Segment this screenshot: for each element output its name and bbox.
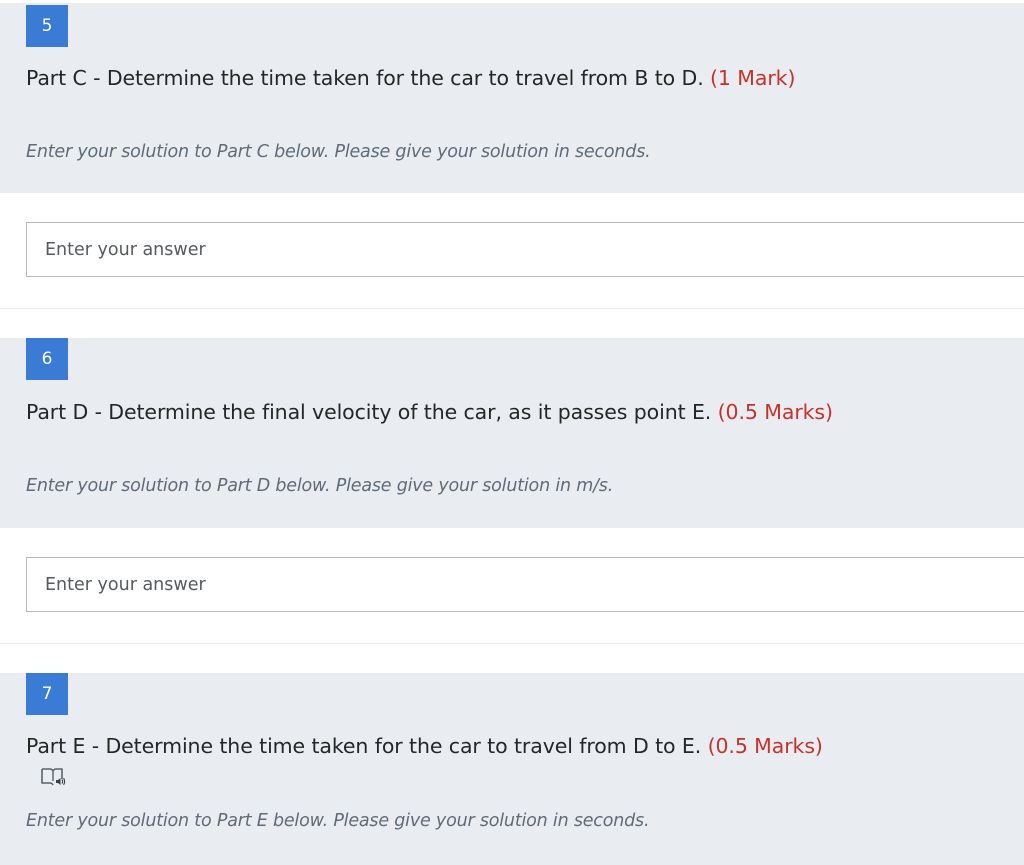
question-title: Part C - Determine the time taken for th… xyxy=(26,66,795,90)
question-title-text: Part D - Determine the final velocity of… xyxy=(26,400,712,424)
question-title-text: Part E - Determine the time taken for th… xyxy=(26,734,702,758)
question-7: 7 Part E - Determine the time taken for … xyxy=(0,673,1024,865)
answer-area-6 xyxy=(0,528,1024,644)
question-title: Part D - Determine the final velocity of… xyxy=(26,400,833,424)
answer-input[interactable] xyxy=(26,222,1024,277)
question-number-badge: 5 xyxy=(26,5,68,47)
question-number-badge: 7 xyxy=(26,673,68,715)
question-marks: (0.5 Marks) xyxy=(717,400,833,424)
question-title-text: Part C - Determine the time taken for th… xyxy=(26,66,704,90)
question-5: 5 Part C - Determine the time taken for … xyxy=(0,3,1024,193)
question-instruction: Enter your solution to Part E below. Ple… xyxy=(26,811,650,831)
question-marks: (0.5 Marks) xyxy=(707,734,823,758)
answer-area-5 xyxy=(0,193,1024,309)
immersive-reader-icon[interactable] xyxy=(40,767,66,787)
question-instruction: Enter your solution to Part D below. Ple… xyxy=(26,476,614,496)
question-number-badge: 6 xyxy=(26,338,68,380)
question-6: 6 Part D - Determine the final velocity … xyxy=(0,338,1024,528)
answer-input[interactable] xyxy=(26,557,1024,612)
question-marks: (1 Mark) xyxy=(710,66,796,90)
question-instruction: Enter your solution to Part C below. Ple… xyxy=(26,142,651,162)
question-title: Part E - Determine the time taken for th… xyxy=(26,734,823,758)
